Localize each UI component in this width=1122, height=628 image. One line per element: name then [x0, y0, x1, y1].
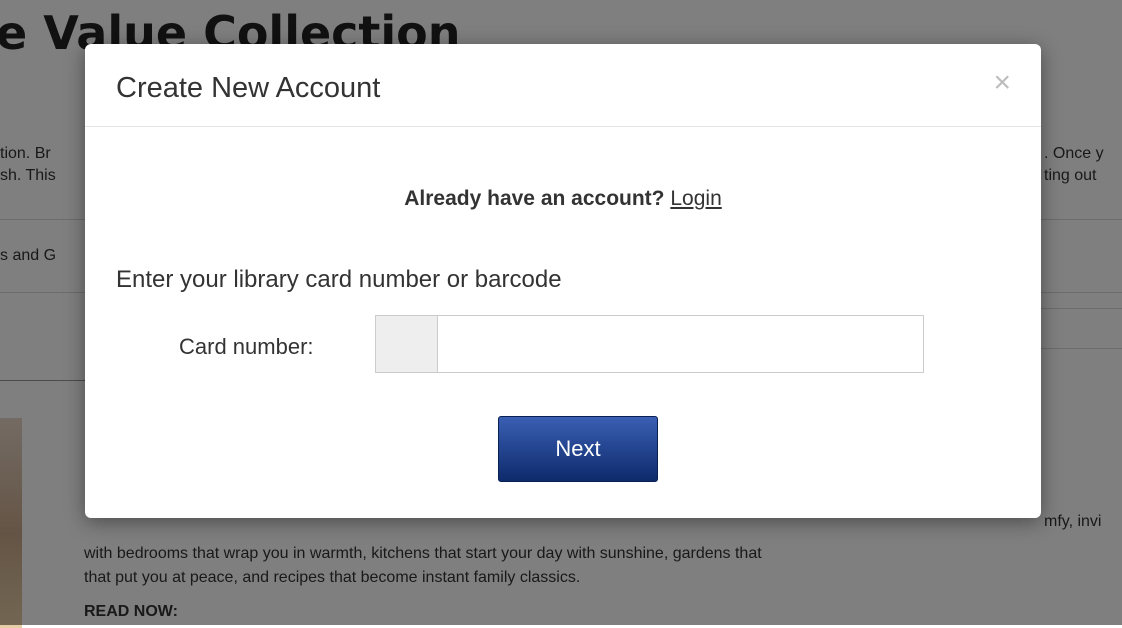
card-input-addon: [375, 315, 437, 373]
close-icon[interactable]: ×: [993, 68, 1011, 98]
card-number-input[interactable]: [437, 315, 924, 373]
card-number-label: Card number:: [179, 334, 314, 359]
modal-title: Create New Account: [116, 72, 381, 104]
create-account-modal: Create New Account × Already have an acc…: [85, 44, 1041, 518]
modal-header: Create New Account ×: [85, 44, 1041, 127]
next-button[interactable]: Next: [498, 416, 658, 482]
login-prompt: Already have an account? Login: [85, 187, 1041, 211]
instructions-text: Enter your library card number or barcod…: [116, 266, 562, 293]
login-link[interactable]: Login: [670, 187, 721, 210]
already-have-account-text: Already have an account?: [404, 187, 665, 210]
